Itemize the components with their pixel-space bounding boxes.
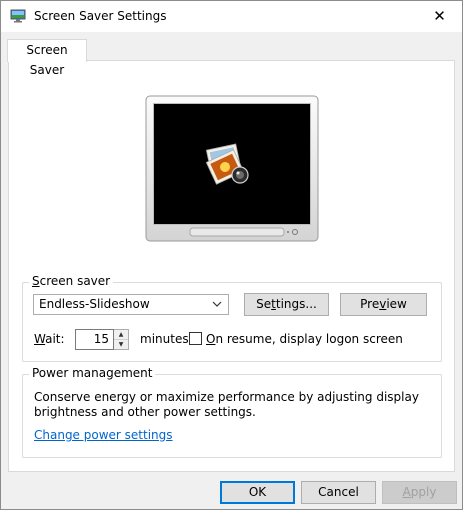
title-bar: Screen Saver Settings ✕ xyxy=(1,1,462,32)
wait-minutes-input[interactable]: 15 xyxy=(75,329,114,350)
apply-button[interactable]: Apply xyxy=(382,481,457,504)
chevron-down-icon xyxy=(212,301,222,307)
settings-button-label: Settings... xyxy=(256,297,317,311)
tab-screen-saver[interactable]: Screen Saver xyxy=(7,39,87,77)
power-management-label: Power management xyxy=(29,366,156,380)
preview-button-label: Preview xyxy=(360,297,407,311)
resume-logon-label[interactable]: On resume, display logon screen xyxy=(206,332,403,346)
close-button[interactable]: ✕ xyxy=(417,1,462,32)
preview-monitor xyxy=(145,95,319,242)
preview-button[interactable]: Preview xyxy=(340,293,427,316)
monitor-settings-icon xyxy=(10,9,26,23)
window-title: Screen Saver Settings xyxy=(34,9,167,23)
spin-up-icon[interactable]: ▲ xyxy=(114,330,128,339)
power-management-group: Power management Conserve energy or maxi… xyxy=(22,366,442,458)
spin-down-icon[interactable]: ▼ xyxy=(114,339,128,349)
cancel-button[interactable]: Cancel xyxy=(301,481,376,504)
screen-saver-select-value: Endless-Slideshow xyxy=(39,297,150,311)
apply-button-label: Apply xyxy=(402,485,437,499)
screen-saver-select[interactable]: Endless-Slideshow xyxy=(33,294,229,315)
change-power-settings-link[interactable]: Change power settings xyxy=(34,428,173,442)
screen-saver-group-label: Screen saver xyxy=(32,274,111,288)
resume-logon-checkbox[interactable] xyxy=(189,332,202,345)
tab-panel: Screen saver Endless-Slideshow Settings.… xyxy=(8,60,455,472)
screen-saver-settings-window: Screen Saver Settings ✕ Screen Saver Scr… xyxy=(0,0,463,510)
power-description: Conserve energy or maximize performance … xyxy=(34,390,419,419)
settings-button[interactable]: Settings... xyxy=(244,293,329,316)
ok-button[interactable]: OK xyxy=(220,481,295,504)
minutes-label: minutes xyxy=(140,332,189,346)
wait-label: Wait: xyxy=(34,332,65,346)
wait-spinner[interactable]: ▲ ▼ xyxy=(114,329,129,350)
screen-saver-group: Screen saver Endless-Slideshow Settings.… xyxy=(22,274,442,362)
